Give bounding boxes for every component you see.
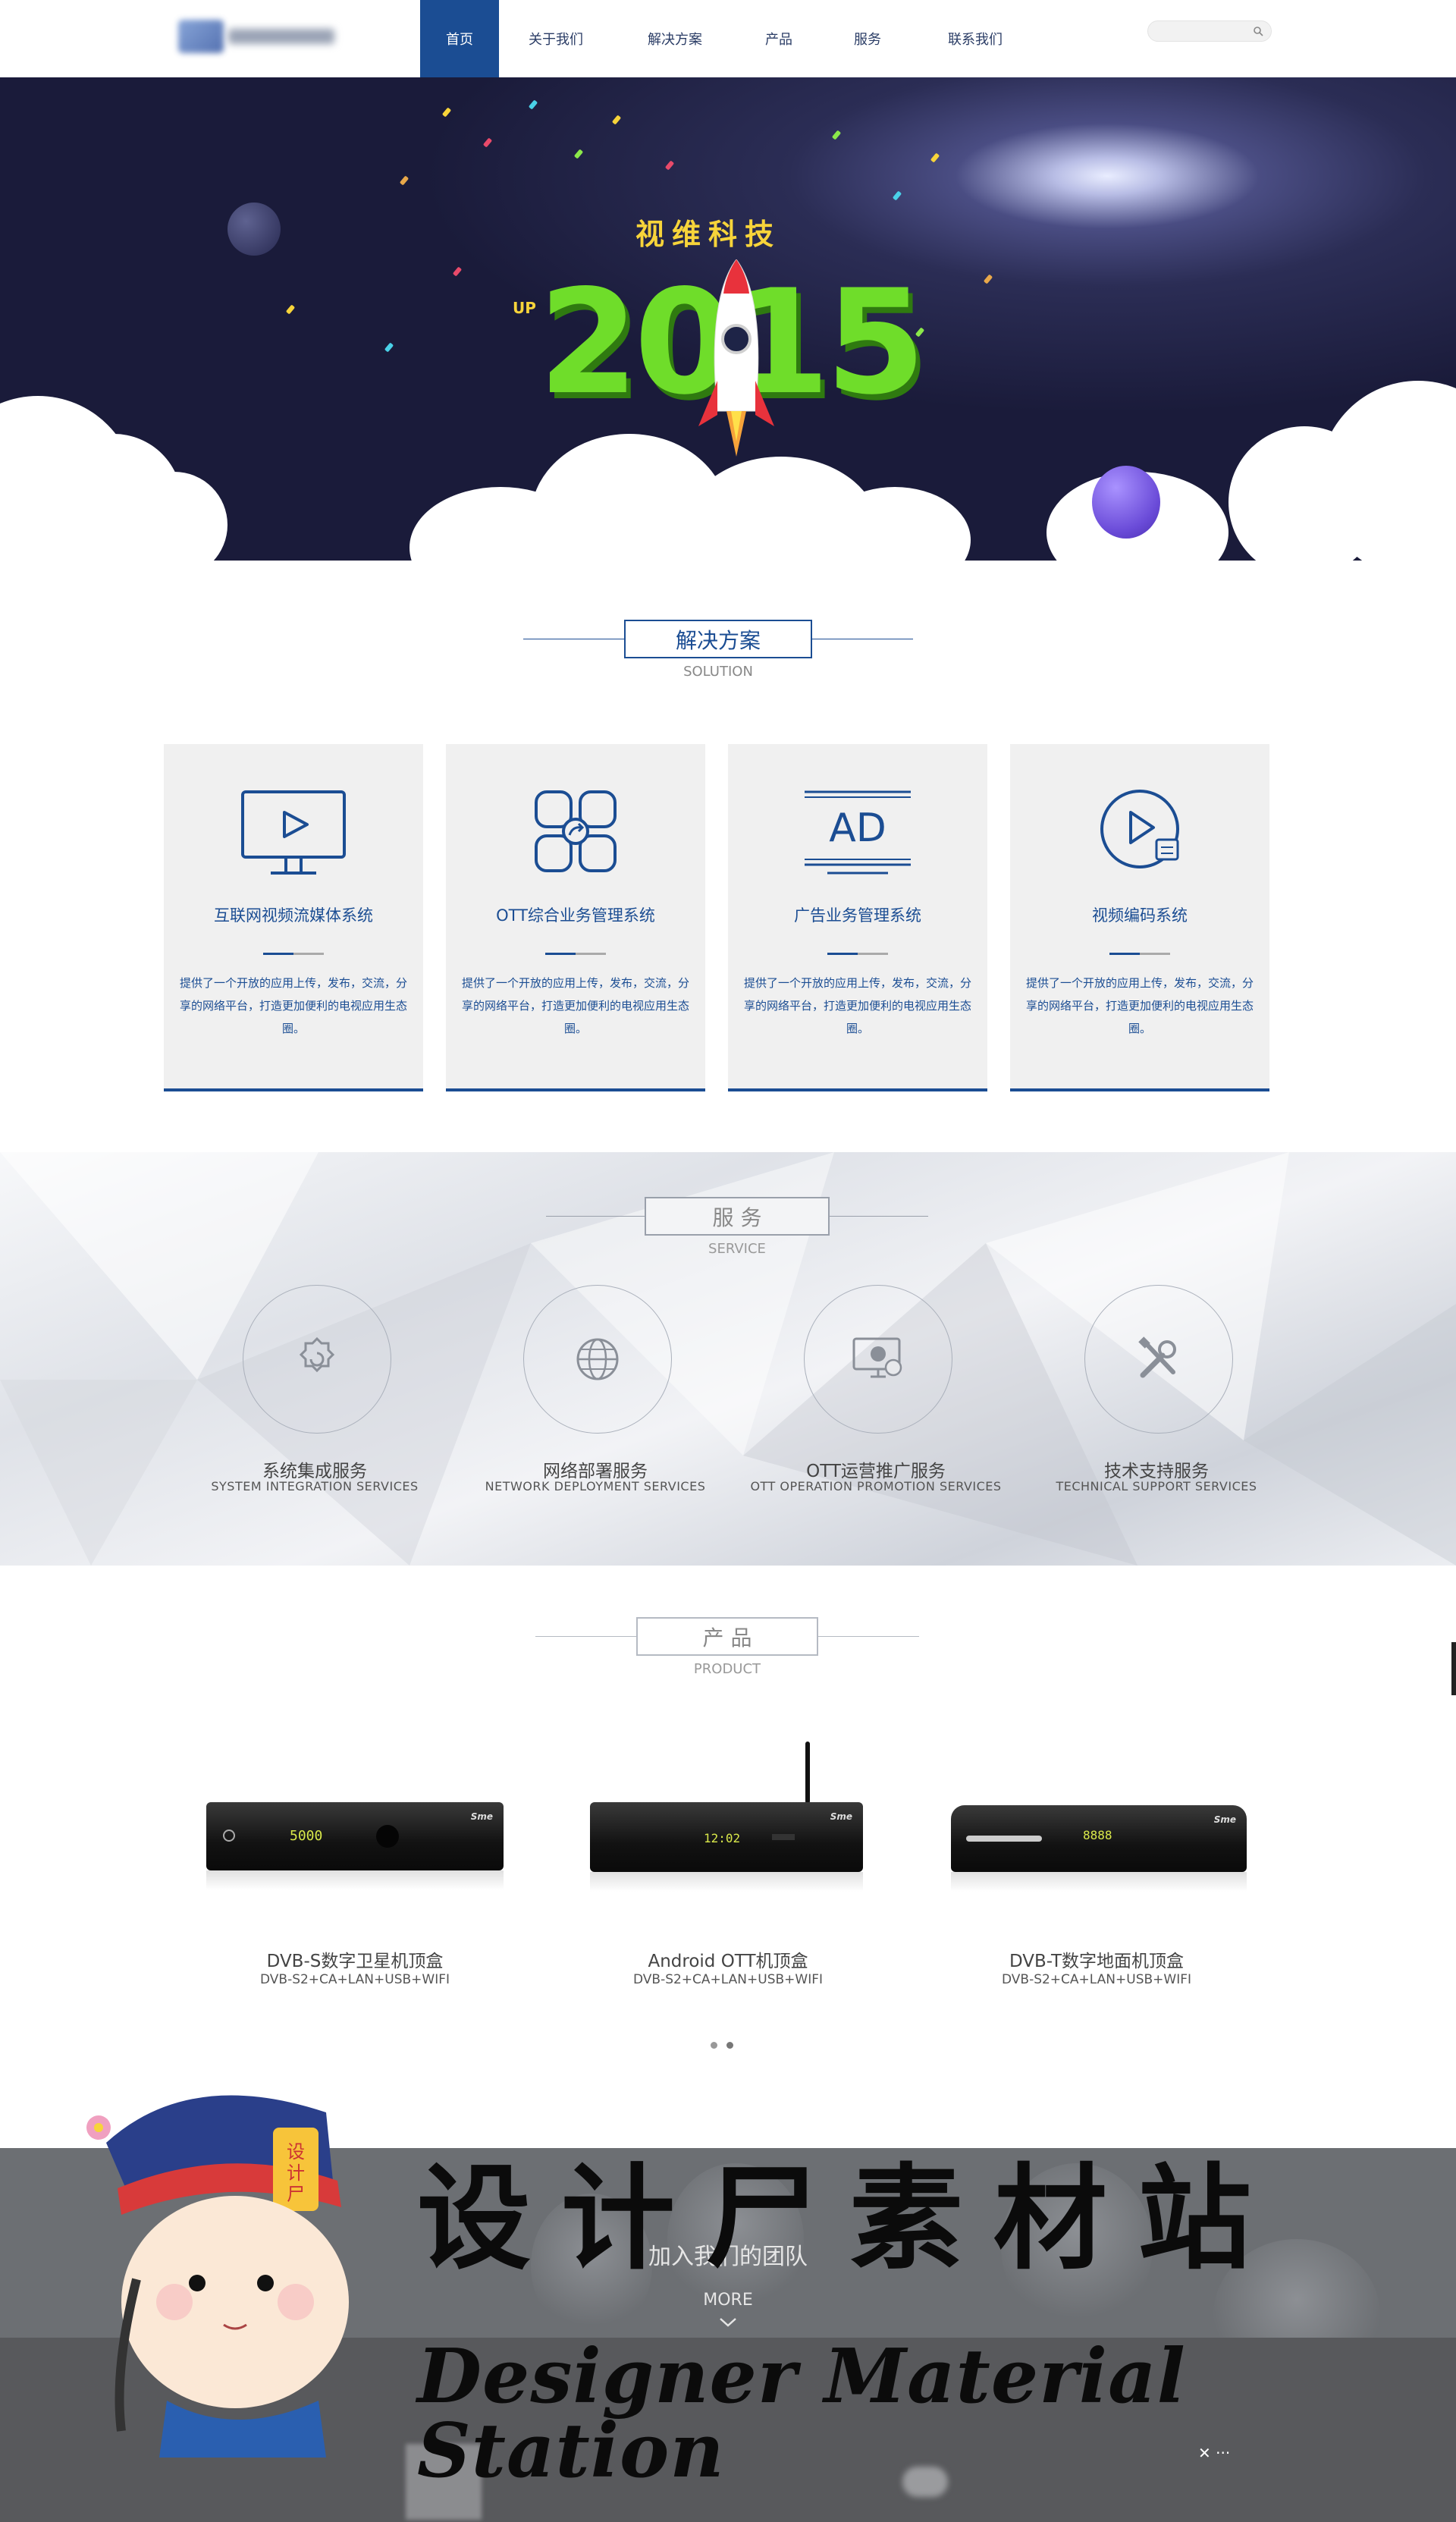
solution-card[interactable]: 视频编码系统 提供了一个开放的应用上传，发布，交流，分享的网络平台，打造更加便利…	[1010, 744, 1269, 1091]
watermark-cn: 设计尸素材站	[417, 2152, 1282, 2285]
card-desc: 提供了一个开放的应用上传，发布，交流，分享的网络平台，打造更加便利的电视应用生态…	[179, 976, 407, 1035]
product-subtitle: PRODUCT	[693, 1661, 761, 1677]
card-divider-gray	[293, 953, 324, 955]
card-divider-gray	[1140, 953, 1170, 955]
service-heading: 服 务 SERVICE	[546, 1197, 928, 1258]
product-brand: Sme	[1213, 1814, 1236, 1825]
card-title: 广告业务管理系统	[794, 906, 921, 925]
product-reflection	[206, 1870, 504, 1890]
nav-contact[interactable]: 联系我们	[915, 0, 1036, 77]
watermark-en: Designer Material Station	[417, 2333, 1186, 2495]
solution-title: 解决方案	[624, 620, 812, 658]
nav-product[interactable]: 产品	[737, 0, 821, 77]
mascot-watermark: 设 计 尸	[86, 2095, 349, 2458]
product-image: 12:02 Sme	[590, 1802, 863, 1872]
card-title: OTT综合业务管理系统	[496, 906, 655, 925]
card-divider-gray	[576, 953, 606, 955]
globe-icon	[576, 1338, 619, 1380]
nav-solution[interactable]: 解决方案	[613, 0, 737, 77]
ad-screen-icon: AD	[805, 790, 911, 875]
product-heading: 产 品 PRODUCT	[535, 1617, 919, 1678]
service-icon-circle	[804, 1285, 952, 1434]
product-title: 产 品	[636, 1617, 818, 1656]
product-spec: DVB-S2+CA+LAN+USB+WIFI	[632, 1972, 824, 1987]
edge-mark	[1451, 1642, 1456, 1695]
apps-grid-icon	[535, 790, 617, 872]
search-box	[1147, 20, 1272, 42]
service-subtitle-text: OTT OPERATION PROMOTION SERVICES	[750, 1479, 1002, 1493]
search-input[interactable]	[1156, 24, 1247, 38]
service-section: 服 务 SERVICE 系统集成服务 SYSTEM INTEGRATION SE…	[0, 1152, 1456, 1566]
solution-heading: 解决方案 SOLUTION	[523, 620, 913, 680]
product-reflection	[590, 1872, 863, 1892]
card-desc: 提供了一个开放的应用上传，发布，交流，分享的网络平台，打造更加便利的电视应用生态…	[1025, 976, 1254, 1035]
product-led: 12:02	[704, 1831, 741, 1845]
mascot-badge-text-1: 设	[287, 2141, 305, 2162]
service-title-text: OTT运营推广服务	[806, 1462, 946, 1481]
service-subtitle-text: TECHNICAL SUPPORT SERVICES	[1056, 1479, 1257, 1493]
service-icon-circle	[243, 1285, 391, 1434]
service-title-text: 系统集成服务	[262, 1462, 367, 1481]
nav-service[interactable]: 服务	[821, 0, 915, 77]
antenna	[805, 1742, 810, 1804]
solution-subtitle: SOLUTION	[683, 664, 753, 680]
service-subtitle: SERVICE	[708, 1241, 766, 1257]
solution-card[interactable]: 互联网视频流媒体系统 提供了一个开放的应用上传，发布，交流，分享的网络平台，打造…	[164, 744, 423, 1091]
monitor-play-icon	[241, 790, 346, 875]
solution-card[interactable]: AD 广告业务管理系统 提供了一个开放的应用上传，发布，交流，分享的网络平台，打…	[728, 744, 987, 1091]
card-desc: 提供了一个开放的应用上传，发布，交流，分享的网络平台，打造更加便利的电视应用生态…	[743, 976, 971, 1035]
search-icon[interactable]	[1253, 26, 1263, 36]
product-image: 8888 Sme	[951, 1805, 1247, 1872]
rocket-graphic	[698, 259, 774, 457]
gear-icon	[299, 1336, 335, 1373]
chevron-down-icon[interactable]	[717, 2316, 739, 2329]
tools-icon	[1138, 1336, 1176, 1378]
mascot-badge-text-2: 计	[287, 2162, 305, 2184]
logo[interactable]	[178, 17, 337, 56]
product-name: DVB-S数字卫星机顶盒	[266, 1952, 444, 1971]
page: 首页 关于我们 解决方案 产品 服务 联系我们 视维科技 UP 解决方案 SOL…	[0, 0, 1456, 2522]
service-title-text: 网络部署服务	[543, 1462, 648, 1481]
balloon-graphic	[1092, 466, 1160, 539]
service-title: 服 务	[645, 1197, 830, 1236]
product-reflection	[951, 1872, 1247, 1892]
svg-text:AD: AD	[829, 806, 886, 851]
product-spec: DVB-S2+CA+LAN+USB+WIFI	[1001, 1972, 1192, 1987]
product-image: 5000 Sme	[206, 1802, 504, 1870]
nav-home[interactable]: 首页	[420, 0, 499, 77]
product-pagination	[711, 2042, 733, 2049]
banner-title: 视维科技	[635, 218, 782, 251]
service-subtitle-text: SYSTEM INTEGRATION SERVICES	[211, 1479, 419, 1493]
product-brand: Sme	[470, 1811, 493, 1822]
product-spec: DVB-S2+CA+LAN+USB+WIFI	[259, 1972, 450, 1987]
logo-mark	[178, 20, 224, 53]
service-icon-circle	[1084, 1285, 1233, 1434]
video-encode-icon	[1100, 790, 1179, 868]
nav-about[interactable]: 关于我们	[499, 0, 613, 77]
hero-banner[interactable]: 视维科技 UP 2015	[0, 77, 1456, 561]
product-name: DVB-T数字地面机顶盒	[1009, 1952, 1185, 1971]
product-led: 5000	[290, 1828, 323, 1844]
solution-card[interactable]: OTT综合业务管理系统 提供了一个开放的应用上传，发布，交流，分享的网络平台，打…	[446, 744, 705, 1091]
card-title: 视频编码系统	[1092, 906, 1188, 925]
card-desc: 提供了一个开放的应用上传，发布，交流，分享的网络平台，打造更加便利的电视应用生态…	[461, 976, 689, 1035]
mascot-badge-text-3: 尸	[287, 2184, 305, 2205]
product-page-dot-1[interactable]	[711, 2042, 717, 2049]
card-title: 互联网视频流媒体系统	[214, 906, 373, 925]
logo-text	[228, 29, 334, 44]
monitor-globe-icon	[852, 1337, 902, 1378]
site-header: 首页 关于我们 解决方案 产品 服务 联系我们	[0, 0, 1456, 77]
product-page-dot-2[interactable]	[726, 2042, 733, 2049]
card-divider-gray	[858, 953, 888, 955]
product-name: Android OTT机顶盒	[648, 1952, 808, 1971]
more-link[interactable]: MORE	[682, 2291, 774, 2310]
service-title-text: 技术支持服务	[1104, 1462, 1209, 1481]
service-subtitle-text: NETWORK DEPLOYMENT SERVICES	[485, 1479, 706, 1493]
service-icon-circle	[523, 1285, 672, 1434]
product-led: 8888	[1083, 1828, 1112, 1842]
planet-graphic	[228, 203, 281, 256]
banner-up-label: UP	[513, 299, 536, 317]
main-nav: 首页 关于我们 解决方案 产品 服务 联系我们	[420, 0, 1036, 77]
product-brand: Sme	[830, 1811, 852, 1822]
